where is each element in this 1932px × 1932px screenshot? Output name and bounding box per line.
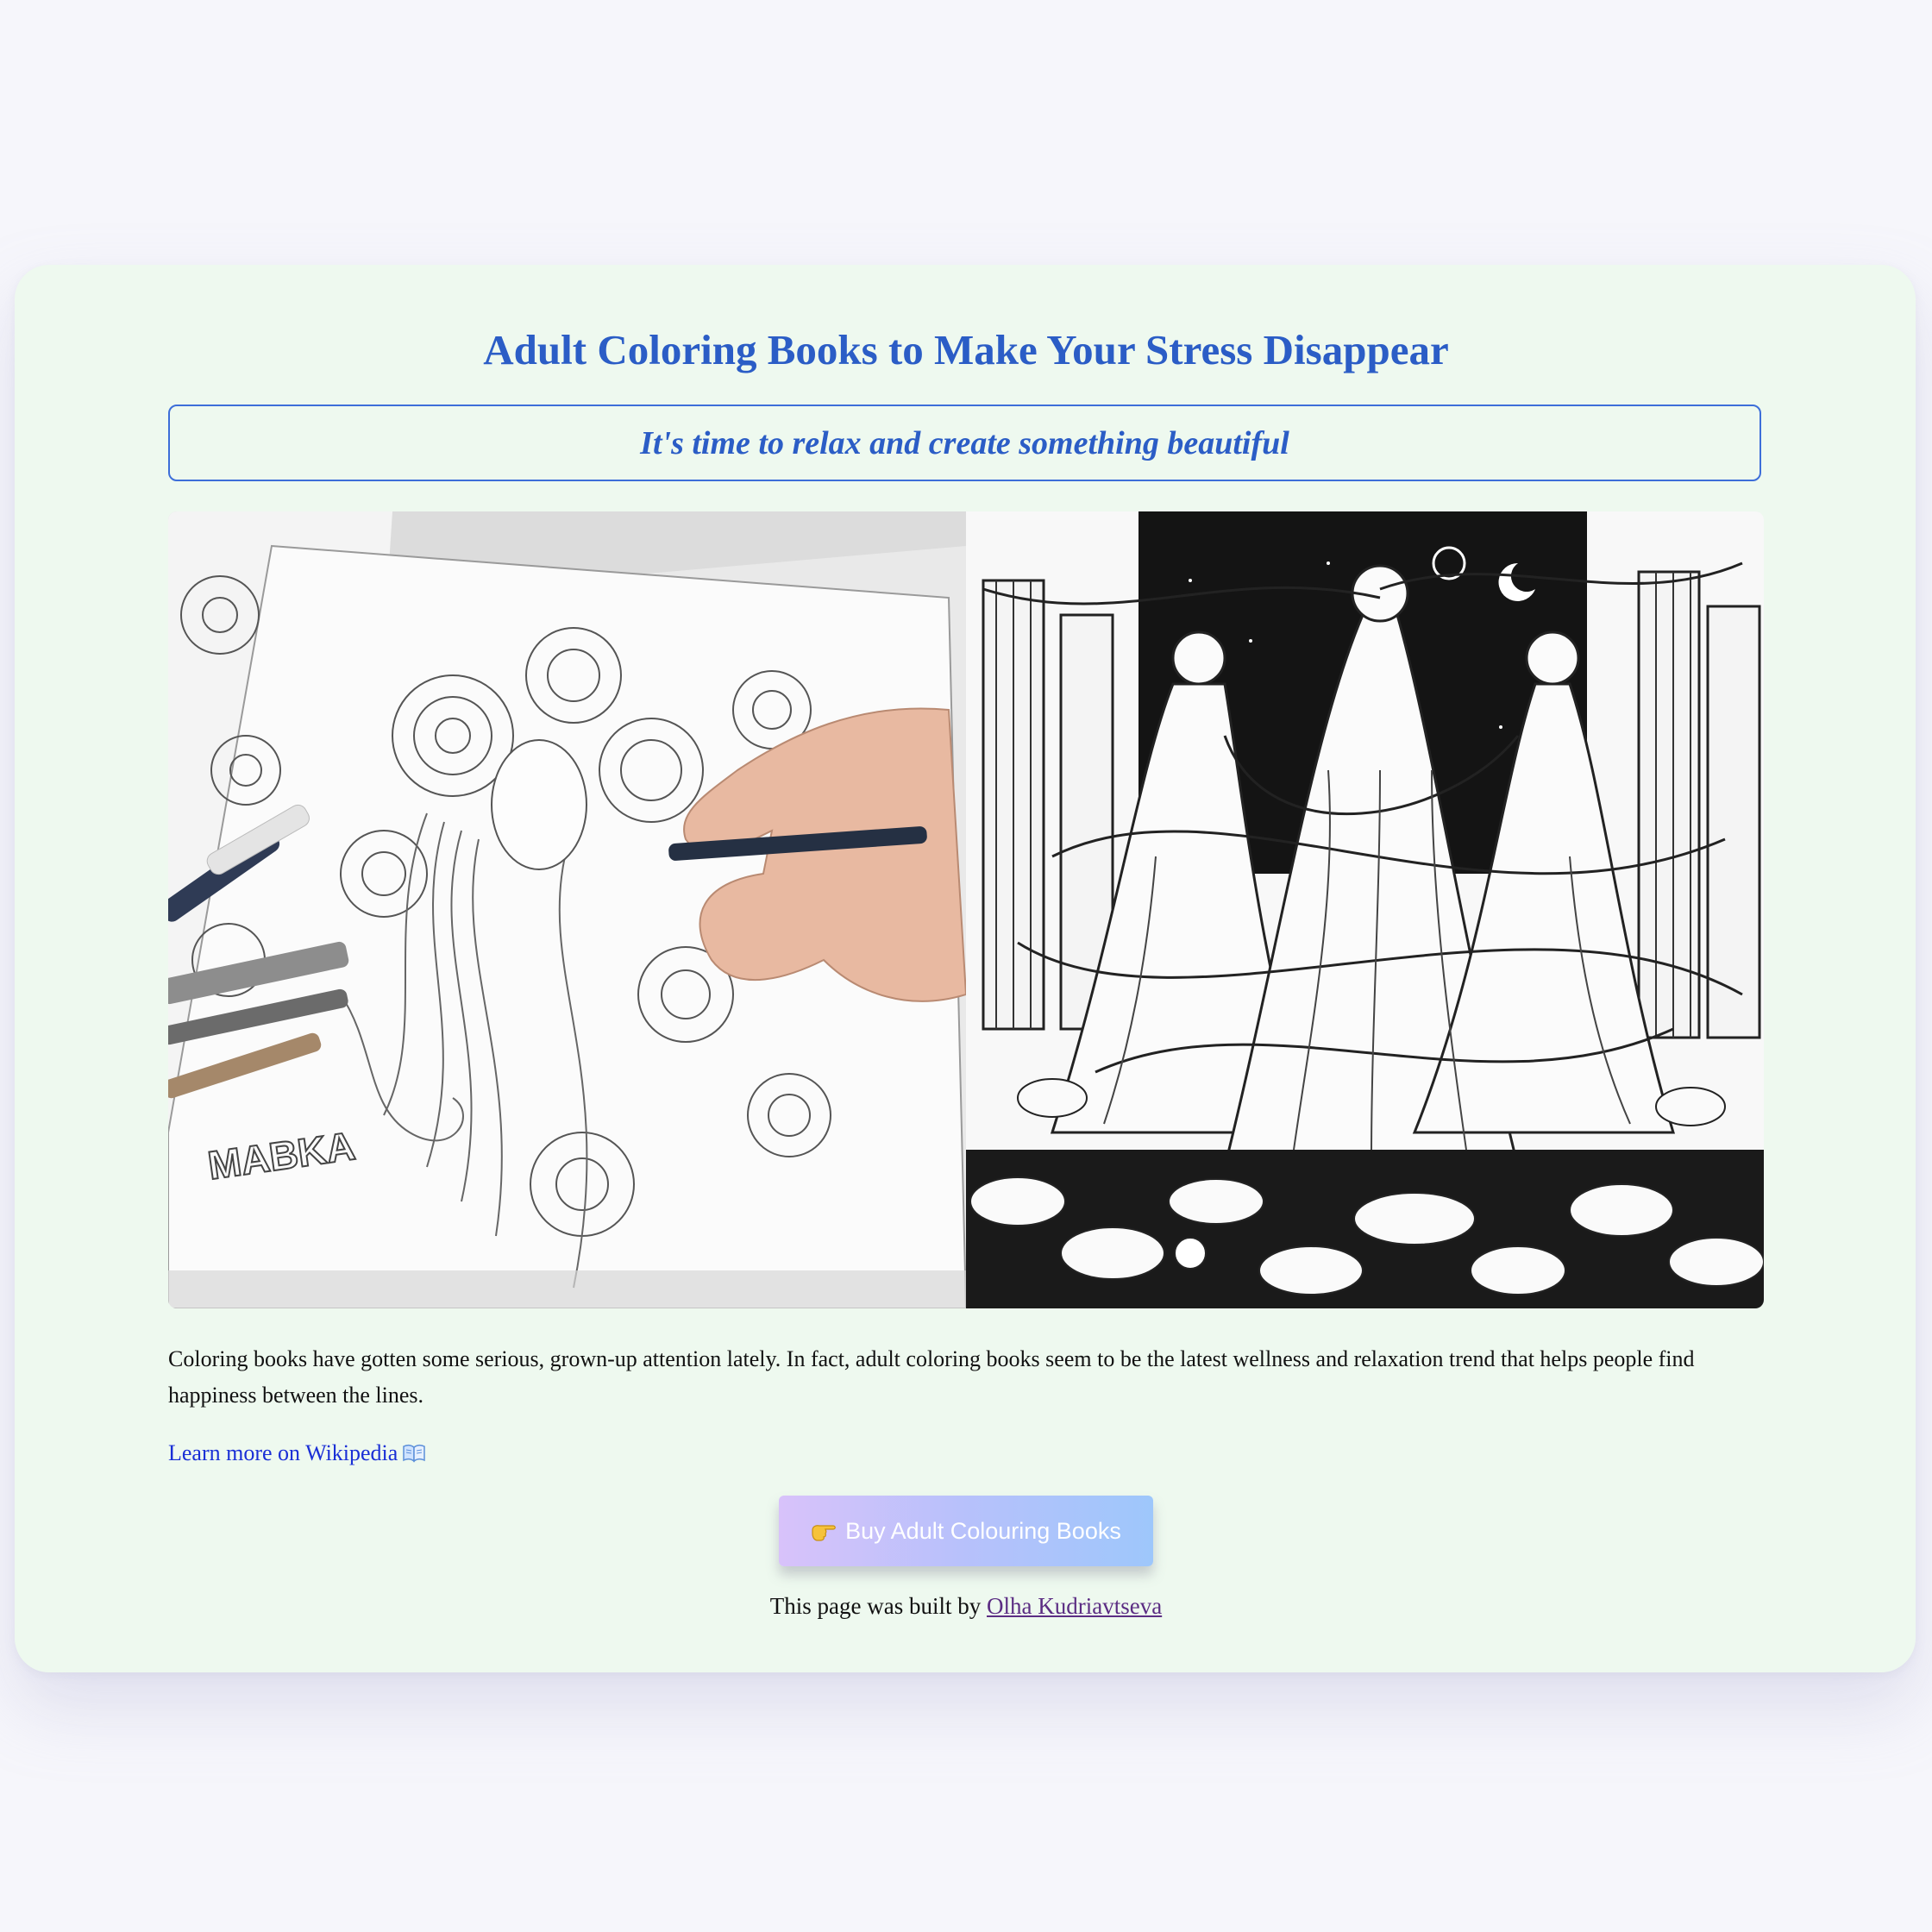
tagline-box: It's time to relax and create something … <box>168 405 1761 481</box>
buy-books-button-label: Buy Adult Colouring Books <box>845 1517 1121 1544</box>
tagline: It's time to relax and create something … <box>640 424 1289 461</box>
buy-books-button[interactable]: Buy Adult Colouring Books <box>779 1496 1153 1566</box>
three-figures-illustration <box>966 511 1764 1308</box>
wikipedia-link-label: Learn more on Wikipedia <box>168 1440 398 1465</box>
footer-credit: This page was built by Olha Kudriavtseva <box>0 1593 1932 1620</box>
open-book-icon <box>403 1444 426 1463</box>
image-gallery: MABKA <box>168 511 1764 1308</box>
footer-prefix: This page was built by <box>769 1593 988 1619</box>
wikipedia-link[interactable]: Learn more on Wikipedia <box>168 1440 426 1466</box>
page-title: Adult Coloring Books to Make Your Stress… <box>483 326 1449 373</box>
pointing-hand-icon <box>812 1525 836 1541</box>
description-paragraph: Coloring books have gotten some serious,… <box>168 1346 1695 1408</box>
author-link[interactable]: Olha Kudriavtseva <box>987 1593 1162 1619</box>
coloring-page-hand-image: MABKA <box>168 511 966 1308</box>
